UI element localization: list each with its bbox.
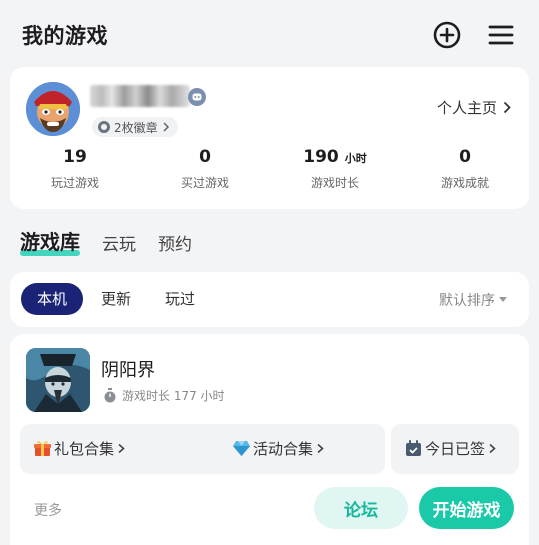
game-title[interactable]: 阴阳界 bbox=[101, 356, 155, 382]
timer-icon bbox=[104, 388, 116, 403]
homepage-link[interactable]: 个人主页 bbox=[437, 97, 511, 118]
stat-value: 0 bbox=[199, 147, 211, 167]
chevron-right-icon bbox=[489, 443, 496, 454]
gift-activity-panel: 礼包合集 活动合集 bbox=[20, 424, 385, 474]
stat-achievements[interactable]: 0 游戏成就 bbox=[410, 147, 520, 191]
plus-circle-icon[interactable] bbox=[432, 20, 462, 50]
badge-count-pill[interactable]: 2枚徽章 bbox=[92, 117, 178, 137]
stat-value: 190 bbox=[303, 147, 339, 167]
more-button[interactable]: 更多 bbox=[34, 500, 62, 520]
stat-value: 19 bbox=[63, 147, 87, 167]
hamburger-menu-icon[interactable] bbox=[486, 20, 516, 50]
activity-collection-label: 活动合集 bbox=[253, 440, 314, 458]
tab-game-library[interactable]: 游戏库 bbox=[20, 226, 80, 256]
caret-down-icon bbox=[499, 297, 507, 302]
stat-unit: 小时 bbox=[344, 152, 367, 165]
daily-checkin-label: 今日已签 bbox=[425, 440, 486, 458]
homepage-label: 个人主页 bbox=[436, 99, 497, 117]
playtime-text: 游戏时长 177 小时 bbox=[122, 389, 225, 403]
gift-icon bbox=[34, 441, 51, 456]
calendar-check-icon bbox=[406, 440, 421, 456]
page-title: 我的游戏 bbox=[22, 24, 108, 48]
sort-label: 默认排序 bbox=[439, 293, 495, 309]
avatar[interactable] bbox=[26, 82, 80, 136]
tab-cloud-play[interactable]: 云玩 bbox=[102, 230, 136, 255]
filter-chip-updates[interactable]: 更新 bbox=[101, 283, 131, 315]
game-cover-image[interactable] bbox=[26, 348, 90, 412]
game-card: 阴阳界 游戏时长 177 小时 礼包合集 活动合集 今日已签 更多 论坛 开始游… bbox=[10, 334, 529, 545]
stat-value: 0 bbox=[459, 147, 471, 167]
profile-card: 2枚徽章 个人主页 19 玩过游戏 0 买过游戏 190 小时 游戏时长 0 游戏… bbox=[10, 67, 529, 209]
stat-label: 游戏成就 bbox=[440, 176, 489, 190]
forum-button[interactable]: 论坛 bbox=[314, 487, 408, 529]
diamond-icon bbox=[233, 441, 250, 456]
game-playtime: 游戏时长 177 小时 bbox=[103, 387, 225, 404]
daily-checkin-button[interactable]: 今日已签 bbox=[405, 438, 497, 459]
stat-play-time[interactable]: 190 小时 游戏时长 bbox=[280, 147, 390, 191]
checkin-panel: 今日已签 bbox=[391, 424, 519, 474]
activity-collection-button[interactable]: 活动合集 bbox=[233, 438, 325, 459]
stat-bought-games[interactable]: 0 买过游戏 bbox=[150, 147, 260, 191]
chevron-right-icon bbox=[503, 101, 511, 114]
sort-dropdown[interactable]: 默认排序 bbox=[439, 290, 507, 310]
chevron-right-icon bbox=[163, 122, 169, 132]
gift-pack-label: 礼包合集 bbox=[54, 440, 115, 458]
stat-label: 游戏时长 bbox=[310, 176, 359, 190]
username-redacted bbox=[90, 85, 190, 107]
stat-label: 玩过游戏 bbox=[50, 176, 99, 190]
filter-bar: 本机 更新 玩过 默认排序 bbox=[10, 272, 529, 327]
filter-chip-local[interactable]: 本机 bbox=[21, 283, 84, 315]
medal-icon bbox=[98, 121, 110, 133]
chevron-right-icon bbox=[317, 443, 324, 454]
section-tabs: 游戏库 云玩 预约 bbox=[20, 226, 214, 256]
badge-count-label: 2枚徽章 bbox=[114, 120, 158, 135]
start-game-button[interactable]: 开始游戏 bbox=[419, 487, 514, 529]
tab-reservations[interactable]: 预约 bbox=[158, 230, 192, 255]
stat-played-games[interactable]: 19 玩过游戏 bbox=[20, 147, 130, 191]
gift-pack-button[interactable]: 礼包合集 bbox=[34, 438, 126, 459]
stat-label: 买过游戏 bbox=[180, 176, 229, 190]
platform-badge-icon bbox=[188, 88, 206, 106]
filter-chip-played[interactable]: 玩过 bbox=[165, 283, 195, 315]
chevron-right-icon bbox=[118, 443, 125, 454]
top-bar: 我的游戏 bbox=[0, 0, 539, 68]
